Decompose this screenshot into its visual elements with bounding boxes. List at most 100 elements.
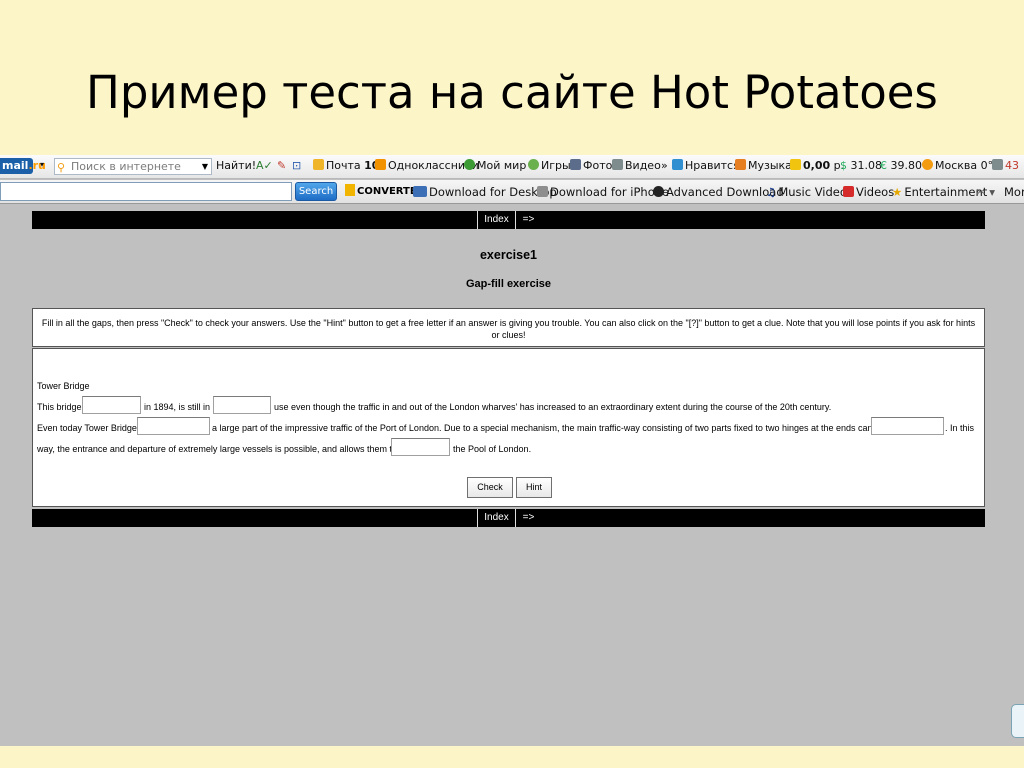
check-button[interactable]: Check (467, 477, 513, 498)
gap-input-5[interactable] (391, 438, 450, 456)
music-label: Музыка (748, 159, 792, 172)
chevron-down-icon[interactable]: ▼ (202, 159, 208, 174)
toolbar-item-eur[interactable]: € 39.80 (880, 159, 922, 172)
toolbar2-link-music-videos[interactable]: ♫ Music Videos (766, 185, 853, 199)
text-line-3a: way, the entrance and departure of extre… (37, 444, 398, 454)
counter-value: 43 (1005, 159, 1019, 172)
toolbar2-link-desktop[interactable]: Download for Desktop (413, 185, 557, 199)
moi-mir-icon (464, 159, 475, 170)
iphone-label: Download for iPhone (550, 185, 670, 199)
video-download-converter-logo[interactable]: CONVERTER (345, 183, 424, 200)
download-icon (653, 186, 664, 197)
text-line-1a: This bridge (37, 402, 82, 412)
slide-title: Пример теста на сайте Hot Potatoes (86, 66, 938, 119)
spellcheck-icon[interactable]: A✓ (256, 159, 273, 172)
toolbar-item-usd[interactable]: $ 31.08 (840, 159, 882, 172)
youtube-icon (843, 186, 854, 197)
games-label: Игры (541, 159, 571, 172)
gap-fill-text-box: Tower Bridge This bridge in 1894, is sti… (32, 348, 985, 507)
eur-rate: 39.80 (890, 159, 923, 172)
toolbar2-link-iphone[interactable]: Download for iPhone (537, 185, 669, 199)
toolbar-item-weather[interactable]: Москва 0°C (922, 159, 1001, 172)
download-toolbar: Search CONVERTER Download for Desktop Do… (0, 180, 1024, 204)
find-button[interactable]: Найти! (216, 159, 256, 172)
like-icon (672, 159, 683, 170)
text-line-1c: use even though the traffic in and out o… (274, 402, 832, 412)
photo-label: Фото (583, 159, 613, 172)
zoom-icon[interactable]: ⊡ (292, 159, 301, 172)
toolbar2-link-entertainment[interactable]: ★ Entertainment (892, 185, 987, 199)
toolbar2-link-more[interactable]: Mor (1004, 185, 1024, 199)
hourglass-icon (992, 159, 1003, 170)
side-widget-button[interactable] (1011, 704, 1024, 738)
instructions-box: Fill in all the gaps, then press "Check"… (32, 308, 985, 347)
odnoklassniki-icon (375, 159, 386, 170)
toolbar-item-moi-mir[interactable]: Мой мир (464, 159, 526, 172)
video-icon (612, 159, 623, 170)
exercise-subtitle: Gap-fill exercise (466, 278, 551, 290)
text-line-2c: . In this (945, 423, 975, 433)
dollar-icon: $ (840, 159, 847, 172)
gap-input-1[interactable] (82, 396, 141, 414)
toolbar2-link-advanced[interactable]: Advanced Download (653, 185, 784, 199)
nav-bar-bottom: Index => (32, 509, 985, 527)
next-button-bottom[interactable]: => (515, 509, 541, 527)
gap-input-4[interactable] (871, 417, 944, 435)
gap-input-2[interactable] (213, 396, 271, 414)
next-button[interactable]: => (515, 211, 541, 229)
mailru-toolbar: mail.ru ▾ ⚲ Поиск в интернете ▼ Найти! A… (0, 155, 1024, 179)
toolbar-item-balance[interactable]: 0,00 р. (790, 159, 844, 172)
reading-heading: Tower Bridge (37, 381, 90, 391)
usd-rate: 31.08 (850, 159, 883, 172)
toolbar-search-input[interactable]: ⚲ Поиск в интернете ▼ (54, 158, 212, 175)
toolbar-item-photo[interactable]: Фото (570, 159, 612, 172)
hint-button[interactable]: Hint (516, 477, 552, 498)
mail-label: Почта (326, 159, 361, 172)
gap-input-3[interactable] (137, 417, 210, 435)
toolbar2-link-videos[interactable]: Videos (843, 185, 894, 199)
browser-screenshot: mail.ru ▾ ⚲ Поиск в интернете ▼ Найти! A… (0, 155, 1024, 746)
mail-icon (313, 159, 324, 170)
toolbar-more-icon[interactable]: » (661, 159, 668, 172)
iphone-icon (537, 186, 548, 197)
toolbar-item-counter[interactable]: 43 (992, 159, 1019, 172)
like-label: Нравится (685, 159, 740, 172)
music-icon (735, 159, 746, 170)
text-line-2b: a large part of the impressive traffic o… (212, 423, 886, 433)
music-videos-label: Music Videos (778, 185, 853, 199)
videos-label: Videos (856, 185, 895, 199)
toolbar-item-like[interactable]: Нравится (672, 159, 740, 172)
sun-icon (922, 159, 933, 170)
video-label: Видео (625, 159, 661, 172)
balance-value: 0,00 (803, 159, 831, 172)
tools-icon[interactable]: ✂ ▾ (976, 185, 995, 199)
mailru-logo[interactable]: mail.ru (0, 158, 46, 174)
toolbar-item-games[interactable]: Игры (528, 159, 571, 172)
search-icon: ⚲ (57, 161, 66, 174)
toolbar-item-mail[interactable]: Почта 10 (313, 159, 379, 172)
search-button[interactable]: Search (295, 182, 337, 201)
weather-label: Москва 0°C (935, 159, 1001, 172)
address-input[interactable] (0, 182, 292, 201)
moi-mir-label: Мой мир (477, 159, 527, 172)
text-line-3b: the Pool of London. (453, 444, 532, 454)
entertainment-label: Entertainment (904, 185, 988, 199)
converter-icon (345, 184, 355, 196)
index-button[interactable]: Index (477, 211, 515, 229)
pencil-icon[interactable]: ✎ (277, 159, 286, 172)
logo-main-text: mail (2, 159, 29, 172)
index-button-bottom[interactable]: Index (477, 509, 515, 527)
logo-dropdown-icon[interactable]: ▾ (40, 160, 44, 169)
camera-icon (570, 159, 581, 170)
text-line-2a: Even today Tower Bridge (37, 423, 137, 433)
games-icon (528, 159, 539, 170)
wallet-icon (790, 159, 801, 170)
monitor-icon (413, 186, 427, 197)
exercise-title: exercise1 (479, 248, 537, 262)
text-line-1b: in 1894, is still in (144, 402, 211, 412)
music-note-icon: ♫ (766, 185, 777, 199)
star-icon: ★ (892, 185, 903, 199)
toolbar-item-music[interactable]: Музыка (735, 159, 792, 172)
toolbar-item-video[interactable]: Видео (612, 159, 661, 172)
nav-bar-top: Index => (32, 211, 985, 229)
